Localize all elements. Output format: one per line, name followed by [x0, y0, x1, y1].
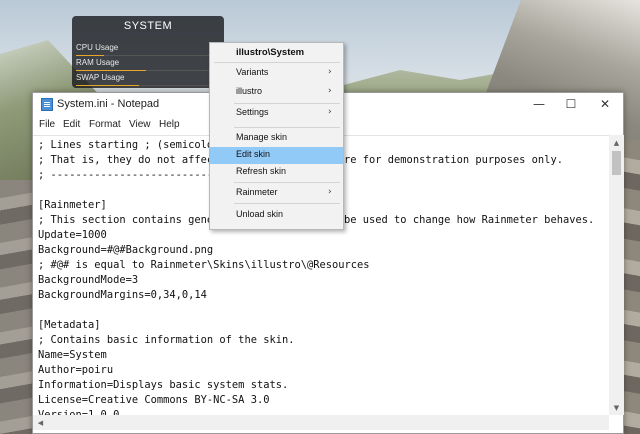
editor-line: ; That is, they do not affec	[38, 154, 214, 166]
maximize-button[interactable]: ☐	[555, 93, 587, 115]
editor-line: [Metadata]	[38, 319, 101, 331]
context-menu-item-rainmeter[interactable]: Rainmeter ›	[210, 185, 343, 202]
submenu-arrow-icon: ›	[328, 86, 332, 96]
vertical-scrollbar[interactable]: ▲ ▼	[609, 135, 624, 415]
context-menu-item-label: Refresh skin	[236, 166, 287, 176]
editor-line: BackgroundMode=3	[38, 274, 139, 286]
context-menu-item-label: Manage skin	[236, 132, 288, 142]
menu-edit[interactable]: Edit	[63, 119, 80, 130]
editor-line: Version=1.0.0	[38, 409, 120, 415]
editor-line: Name=System	[38, 349, 107, 361]
editor-line: ; This section contains gene	[38, 214, 214, 226]
context-menu-header: illustro\System	[210, 45, 343, 62]
context-menu-separator	[214, 62, 340, 63]
editor-line: Author=poiru	[38, 364, 114, 376]
menu-file[interactable]: File	[39, 119, 55, 130]
window-title: System.ini - Notepad	[57, 98, 160, 110]
context-menu-item-edit-skin[interactable]: Edit skin	[210, 147, 343, 164]
context-menu-item-label: Settings	[236, 107, 269, 117]
skin-context-menu: illustro\System Variants › illustro › Settin…	[209, 42, 344, 230]
scroll-up-arrow-icon[interactable]: ▲	[609, 135, 624, 150]
editor-line: ; Contains basic information of the skin…	[38, 334, 295, 346]
desktop-wallpaper-rocks-left	[0, 180, 34, 434]
context-menu-item-label: Rainmeter	[236, 187, 278, 197]
skin-title: SYSTEM	[123, 20, 173, 32]
context-menu-item-refresh-skin[interactable]: Refresh skin	[210, 164, 343, 181]
context-menu-item-settings[interactable]: Settings ›	[210, 105, 343, 122]
editor-line: ; ----------------------------	[38, 169, 226, 181]
rainmeter-system-skin[interactable]: SYSTEM CPU Usage RAM Usage SWAP Usage	[72, 16, 224, 88]
scroll-left-arrow-icon[interactable]: ◀	[33, 415, 48, 430]
editor-line: License=Creative Commons BY-NC-SA 3.0	[38, 394, 270, 406]
context-menu-item-label: Unload skin	[236, 209, 284, 219]
context-menu-item-label: illustro	[236, 86, 263, 96]
editor-line: BackgroundMargins=0,34,0,14	[38, 289, 207, 301]
scroll-down-arrow-icon[interactable]: ▼	[609, 400, 624, 415]
editor-line: ; Lines starting ; (semicolo	[38, 139, 214, 151]
menu-view[interactable]: View	[129, 119, 151, 130]
menu-help[interactable]: Help	[159, 119, 180, 130]
editor-line-fragment: be used to change how Rainmeter behaves.	[344, 214, 595, 226]
editor-line: Information=Displays basic system stats.	[38, 379, 289, 391]
editor-line: Background=#@#Background.png	[38, 244, 214, 256]
context-menu-separator	[234, 182, 340, 183]
menu-format[interactable]: Format	[89, 119, 121, 130]
context-menu-separator	[234, 103, 340, 104]
submenu-arrow-icon: ›	[328, 187, 332, 197]
context-menu-separator	[234, 127, 340, 128]
skin-swap-bar	[76, 85, 139, 86]
editor-line: ; #@# is equal to Rainmeter\Skins\illust…	[38, 259, 370, 271]
context-menu-item-label: Edit skin	[236, 149, 271, 159]
skin-ram-label: RAM Usage	[76, 58, 120, 67]
vertical-scroll-thumb[interactable]	[612, 151, 621, 175]
horizontal-scrollbar[interactable]: ◀	[33, 415, 609, 430]
minimize-button[interactable]: —	[523, 93, 555, 115]
context-menu-separator	[234, 203, 340, 204]
skin-cpu-label: CPU Usage	[76, 43, 119, 52]
context-menu-item-unload-skin[interactable]: Unload skin	[210, 207, 343, 224]
skin-ram-bar	[76, 70, 146, 71]
submenu-arrow-icon: ›	[328, 67, 332, 77]
context-menu-item-label: Variants	[236, 67, 269, 77]
skin-cpu-bar	[76, 55, 104, 56]
desktop-wallpaper-rocks-right	[622, 140, 640, 434]
context-menu-item-illustro[interactable]: illustro ›	[210, 84, 343, 101]
notepad-icon	[41, 98, 53, 111]
submenu-arrow-icon: ›	[328, 107, 332, 117]
skin-swap-label: SWAP Usage	[76, 73, 125, 82]
editor-line: Update=1000	[38, 229, 107, 241]
context-menu-item-variants[interactable]: Variants ›	[210, 65, 343, 82]
context-menu-item-manage-skin[interactable]: Manage skin	[210, 130, 343, 147]
editor-line: [Rainmeter]	[38, 199, 107, 211]
editor-line-fragment: re for demonstration purposes only.	[344, 154, 563, 166]
context-menu-header-label: illustro\System	[236, 47, 305, 58]
close-button[interactable]: ✕	[589, 93, 621, 115]
